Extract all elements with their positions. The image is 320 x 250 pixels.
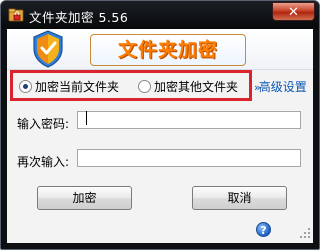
resize-grip-icon[interactable] xyxy=(299,227,311,239)
radio-label-current: 加密当前文件夹 xyxy=(35,80,120,94)
confirm-password-input[interactable] xyxy=(77,149,301,167)
header-banner: 文件夹加密 xyxy=(7,29,313,70)
title-bar[interactable]: 文件夹加密 5.56 ✕ xyxy=(1,1,319,29)
text-caret xyxy=(86,111,87,125)
radio-label-other: 加密其他文件夹 xyxy=(154,80,239,94)
cancel-button[interactable]: 取消 xyxy=(192,186,287,210)
radio-selected-icon xyxy=(19,80,32,93)
encrypt-mode-group: 加密当前文件夹 加密其他文件夹 xyxy=(10,70,252,101)
confirm-password-label: 再次输入: xyxy=(17,155,70,169)
client-area: 文件夹加密 加密当前文件夹 加密其他文件夹 »高级设置 输入密码: 再次输入: … xyxy=(7,29,313,243)
help-icon[interactable]: ? xyxy=(256,222,271,237)
folder-lock-icon xyxy=(8,8,24,22)
shield-logo-icon xyxy=(33,30,63,68)
advanced-settings-link[interactable]: »高级设置 xyxy=(254,78,307,95)
close-button[interactable]: ✕ xyxy=(272,2,315,21)
banner-title: 文件夹加密 xyxy=(117,39,218,61)
password-input[interactable] xyxy=(77,111,301,129)
banner-title-box: 文件夹加密 xyxy=(90,34,246,66)
window-title: 文件夹加密 5.56 xyxy=(29,10,129,25)
radio-unselected-icon xyxy=(138,80,151,93)
password-label: 输入密码: xyxy=(17,117,70,131)
encrypt-button[interactable]: 加密 xyxy=(37,186,132,210)
app-window: 文件夹加密 5.56 ✕ 文件夹加密 加密当前文件夹 加密其他文件夹 »高级设置… xyxy=(0,0,320,250)
advanced-settings-label: 高级设置 xyxy=(258,80,307,94)
